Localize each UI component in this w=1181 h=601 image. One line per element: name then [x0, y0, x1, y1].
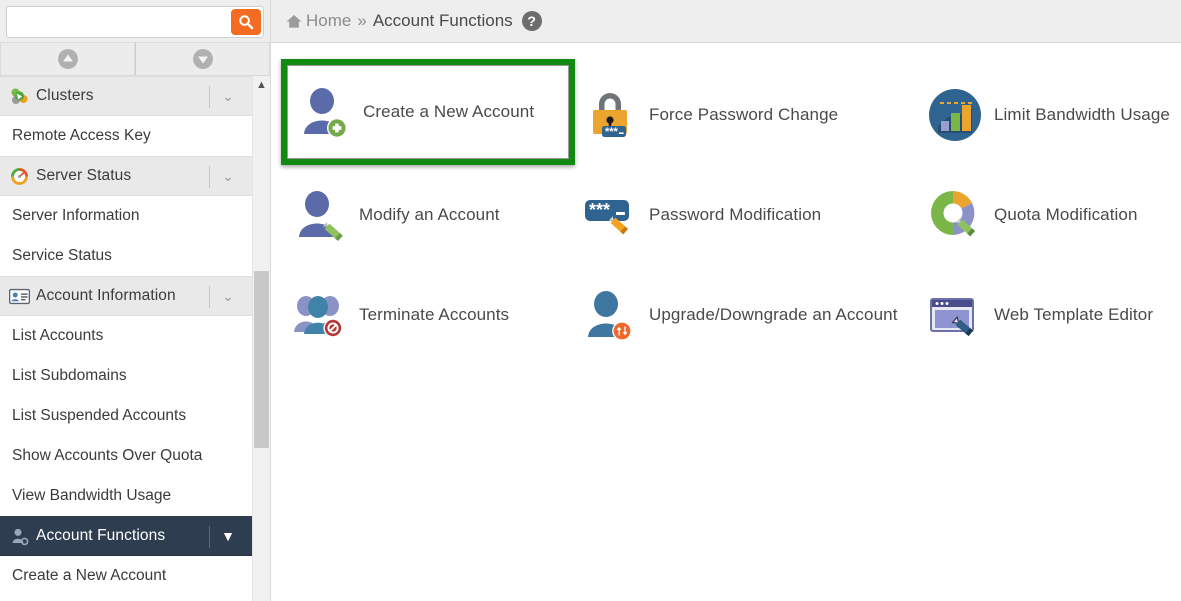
chevron-down-icon[interactable]: ⌄ [214, 77, 242, 115]
circle-arrow-down-icon [192, 48, 214, 70]
user-updown-icon [579, 284, 641, 346]
svg-text:***: *** [605, 126, 619, 138]
tile-terminate-accounts[interactable]: Terminate Accounts [285, 265, 575, 365]
tile-label: Limit Bandwidth Usage [994, 105, 1170, 125]
tile-label: Web Template Editor [994, 305, 1153, 325]
tile-password-modification[interactable]: *** Password Modification [575, 165, 920, 265]
divider [209, 526, 210, 548]
help-circle-icon[interactable]: ? [522, 11, 542, 31]
divider [209, 286, 210, 308]
sidebar-group-label: Account Functions [36, 527, 165, 545]
chevron-down-icon[interactable]: ⌄ [214, 157, 242, 195]
sidebar-nav-list: Clusters ⌄ Remote Access Key [0, 76, 252, 601]
tile-create-a-new-account[interactable]: Create a New Account [281, 59, 575, 165]
tile-label: Force Password Change [649, 105, 838, 125]
sidebar-scrollbar-track[interactable]: ▲ [252, 76, 270, 601]
chevron-down-icon[interactable]: ⌄ [214, 277, 242, 315]
sidebar-item-list-suspended-accounts[interactable]: List Suspended Accounts [0, 396, 252, 436]
collapse-expand-row [0, 42, 270, 76]
expand-all-button[interactable] [135, 42, 270, 75]
circle-arrow-up-icon [57, 48, 79, 70]
tile-label: Upgrade/Downgrade an Account [649, 305, 898, 325]
tile-quota-modification[interactable]: Quota Modification [920, 165, 1181, 265]
account-functions-grid-area: Create a New Account *** [271, 43, 1181, 365]
breadcrumb-home-label: Home [306, 11, 351, 31]
breadcrumb-bar: Home » Account Functions ? [271, 0, 1181, 43]
sidebar-group-label: Clusters [36, 87, 94, 105]
sidebar-item-server-information[interactable]: Server Information [0, 196, 252, 236]
user-edit-icon [289, 184, 351, 246]
user-add-icon [293, 81, 355, 143]
tile-label: Modify an Account [359, 205, 500, 225]
sidebar-item-list-subdomains[interactable]: List Subdomains [0, 356, 252, 396]
sidebar-item-list-accounts[interactable]: List Accounts [0, 316, 252, 356]
search-icon [238, 14, 254, 30]
clusters-icon [8, 85, 30, 107]
breadcrumb-home[interactable]: Home [286, 11, 351, 31]
sidebar-group-account-functions[interactable]: Account Functions ▼ [0, 516, 252, 556]
svg-text:***: *** [589, 200, 610, 220]
sidebar-item-remote-access-key[interactable]: Remote Access Key [0, 116, 252, 156]
sidebar-group-server-status[interactable]: Server Status ⌄ [0, 156, 252, 196]
sidebar: Clusters ⌄ Remote Access Key [0, 0, 270, 601]
collapse-all-button[interactable] [0, 42, 135, 75]
tile-label: Terminate Accounts [359, 305, 509, 325]
sidebar-item-show-accounts-over-quota[interactable]: Show Accounts Over Quota [0, 436, 252, 476]
triangle-down-icon[interactable]: ▼ [214, 517, 242, 555]
sidebar-item-service-status[interactable]: Service Status [0, 236, 252, 276]
breadcrumb-current: Account Functions [373, 11, 513, 31]
tile-label: Quota Modification [994, 205, 1138, 225]
sidebar-nav-scroll-area: Clusters ⌄ Remote Access Key [0, 76, 270, 601]
bar-chart-circle-icon [924, 84, 986, 146]
users-deny-icon [289, 284, 351, 346]
divider [209, 86, 210, 108]
tile-upgrade-downgrade-an-account[interactable]: Upgrade/Downgrade an Account [575, 265, 920, 365]
divider [209, 166, 210, 188]
scroll-up-arrow-icon[interactable]: ▲ [253, 76, 270, 93]
sidebar-group-account-information[interactable]: Account Information ⌄ [0, 276, 252, 316]
sidebar-item-force-password-change[interactable]: Force Password Change [0, 596, 252, 601]
function-tiles-grid: Create a New Account *** [285, 65, 1181, 365]
sidebar-group-label: Server Status [36, 167, 131, 185]
sidebar-item-view-bandwidth-usage[interactable]: View Bandwidth Usage [0, 476, 252, 516]
sidebar-group-label: Account Information [36, 287, 176, 305]
sidebar-scrollbar-thumb[interactable] [254, 271, 269, 448]
search-button[interactable] [231, 9, 261, 35]
gauge-icon [8, 165, 30, 187]
tile-force-password-change[interactable]: *** Force Password Change [575, 65, 920, 165]
tile-limit-bandwidth-usage[interactable]: Limit Bandwidth Usage [920, 65, 1181, 165]
padlock-asterisks-icon: *** [579, 84, 641, 146]
search-input[interactable] [7, 8, 231, 36]
sidebar-search-row [0, 0, 270, 42]
browser-pencil-icon [924, 284, 986, 346]
tile-web-template-editor[interactable]: Web Template Editor [920, 265, 1181, 365]
sidebar-group-clusters[interactable]: Clusters ⌄ [0, 76, 252, 116]
tile-label: Create a New Account [363, 102, 534, 122]
donut-chart-pencil-icon [924, 184, 986, 246]
user-gear-icon [8, 525, 30, 547]
sidebar-item-create-a-new-account[interactable]: Create a New Account [0, 556, 252, 596]
breadcrumb-separator: » [357, 11, 366, 31]
tile-modify-an-account[interactable]: Modify an Account [285, 165, 575, 265]
main-content: Home » Account Functions ? [270, 0, 1181, 601]
asterisks-pencil-icon: *** [579, 184, 641, 246]
cpanel-whm-window: Clusters ⌄ Remote Access Key [0, 0, 1181, 601]
home-icon [286, 14, 302, 29]
tile-label: Password Modification [649, 205, 821, 225]
id-card-icon [8, 285, 30, 307]
search-box[interactable] [6, 6, 264, 38]
